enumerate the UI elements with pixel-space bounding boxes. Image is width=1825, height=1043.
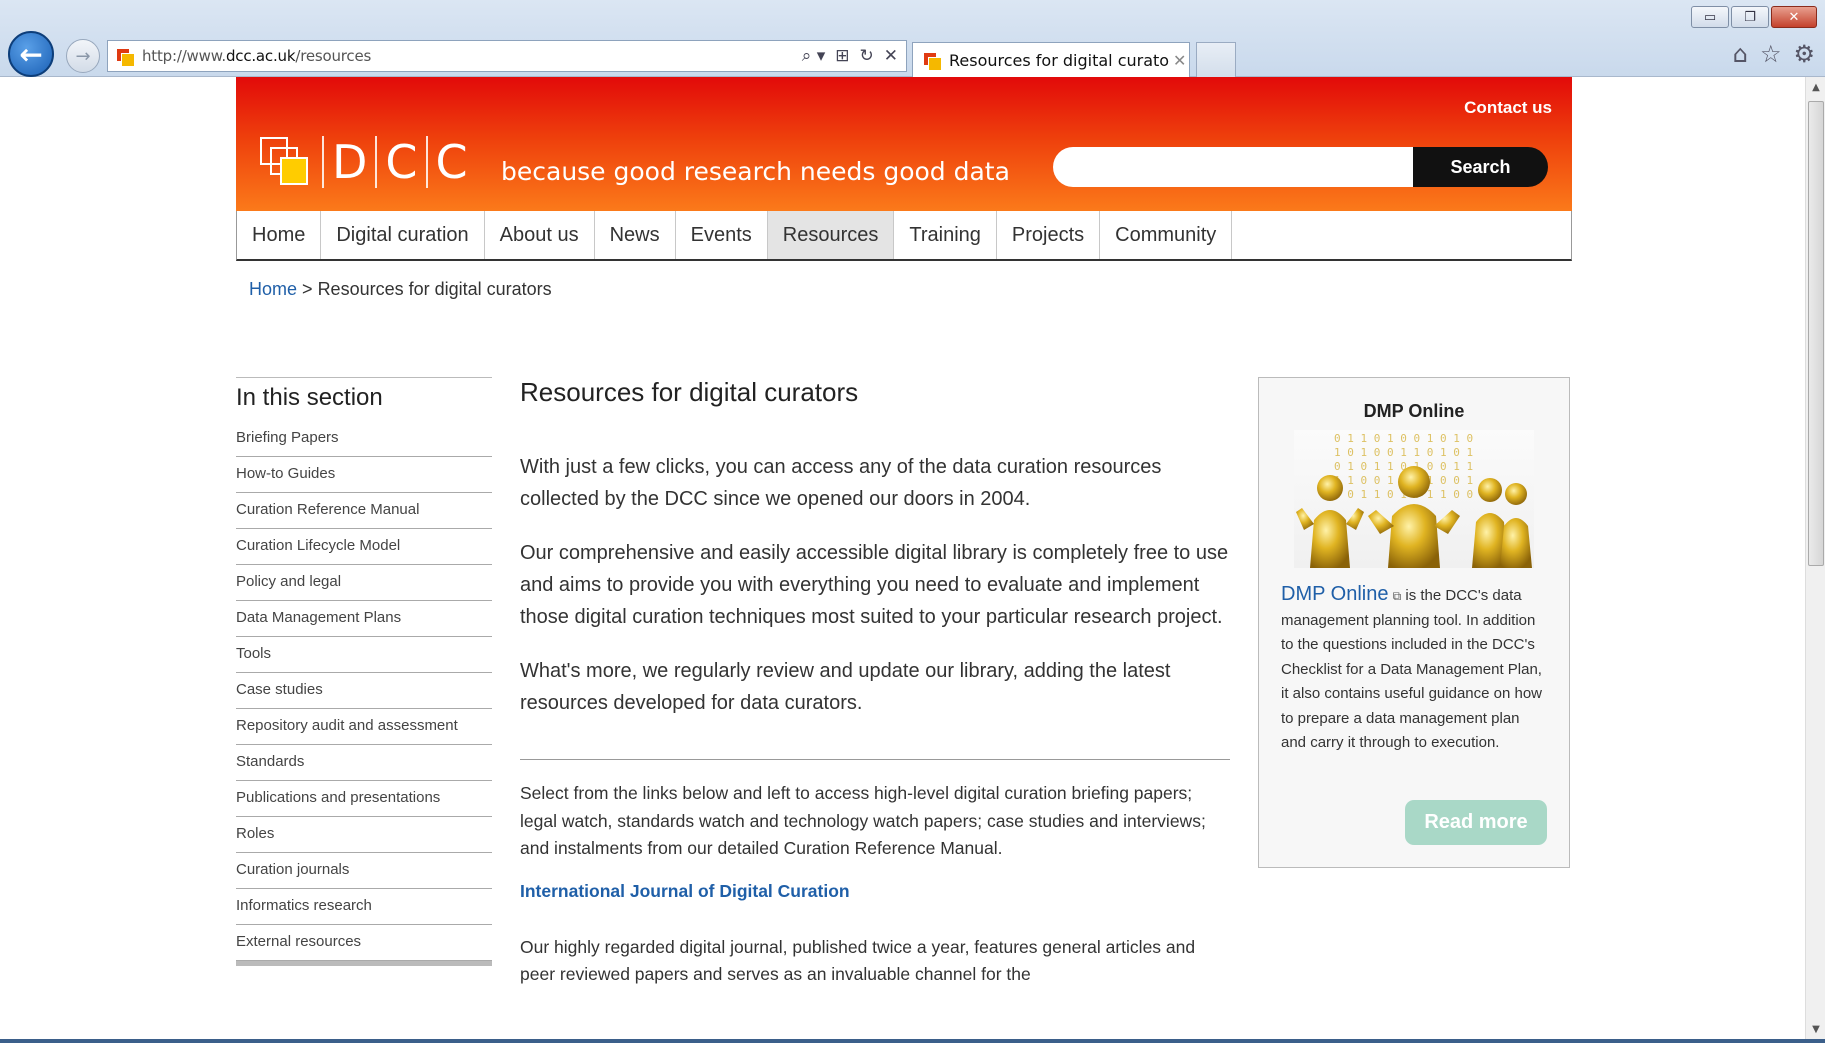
forward-arrow-icon: → [75, 45, 91, 67]
tab-title: Resources for digital curato... [949, 50, 1169, 70]
page-viewport: Contact us D C C because good research n… [0, 77, 1805, 1039]
ijdc-paragraph: Our highly regarded digital journal, pub… [520, 936, 1196, 985]
sidebar-item-case-studies[interactable]: Case studies [236, 673, 492, 709]
sidebar-item-external-resources[interactable]: External resources [236, 925, 492, 961]
nav-events[interactable]: Events [676, 211, 768, 259]
site-tagline: because good research needs good data [501, 157, 1010, 186]
nav-training[interactable]: Training [894, 211, 997, 259]
dcc-logo[interactable]: D C C [260, 136, 476, 188]
site-favicon-icon [114, 46, 135, 67]
search-input[interactable] [1053, 147, 1413, 187]
scroll-down-arrow-icon[interactable]: ▼ [1806, 1019, 1825, 1039]
breadcrumb-current: Resources for digital curators [317, 279, 552, 299]
site-container: Contact us D C C because good research n… [236, 77, 1572, 984]
site-banner: Contact us D C C because good research n… [236, 77, 1572, 211]
section-sidebar: In this section Briefing Papers How-to G… [236, 377, 492, 966]
stop-icon[interactable]: ✕ [884, 46, 898, 66]
sidebar-item-publications[interactable]: Publications and presentations [236, 781, 492, 817]
contact-us-link[interactable]: Contact us [1464, 98, 1552, 118]
url-domain: dcc.ac.uk [225, 47, 296, 65]
dmp-description-text: is the DCC's data management planning to… [1281, 587, 1543, 751]
tab-close-icon[interactable]: ✕ [1173, 51, 1186, 70]
sidebar-bottom-rule [236, 961, 492, 966]
gold-figures-binary-image: 0 1 1 0 1 0 0 1 0 1 0 1 0 1 0 0 1 1 0 1 … [1296, 432, 1532, 568]
tools-gear-icon[interactable]: ⚙ [1793, 40, 1815, 68]
sidebar-item-repository-audit[interactable]: Repository audit and assessment [236, 709, 492, 745]
address-bar[interactable]: http://www.dcc.ac.uk/resources ⌕ ▾ ⊞ ↻ ✕ [107, 40, 907, 72]
url-path: /resources [295, 47, 372, 65]
browser-tab[interactable]: Resources for digital curato... ✕ [912, 42, 1190, 77]
sidebar-item-data-management-plans[interactable]: Data Management Plans [236, 601, 492, 637]
main-navigation: Home Digital curation About us News Even… [236, 211, 1572, 261]
site-search: Search [1053, 147, 1548, 187]
url-prefix: http://www. [142, 47, 226, 65]
sidebar-item-informatics-research[interactable]: Informatics research [236, 889, 492, 925]
sidebar-item-curation-lifecycle-model[interactable]: Curation Lifecycle Model [236, 529, 492, 565]
lead-paragraph-3: What's more, we regularly review and upd… [520, 660, 1171, 714]
logo-letters: D C C [322, 136, 476, 188]
read-more-button[interactable]: Read more [1405, 800, 1547, 845]
svg-text:0 1 1 0 1 0 0 1 0 1 0: 0 1 1 0 1 0 0 1 0 1 0 [1334, 432, 1473, 445]
restore-button[interactable]: ❐ [1731, 6, 1769, 28]
close-window-button[interactable]: ✕ [1771, 6, 1817, 28]
favorites-star-icon[interactable]: ☆ [1760, 40, 1782, 68]
browser-chrome: ▭ ❐ ✕ ← → http://www.dcc.ac.uk/resources… [0, 0, 1825, 77]
search-button[interactable]: Search [1413, 147, 1548, 187]
vertical-scrollbar[interactable]: ▲ ▼ [1805, 77, 1825, 1039]
sidebar-item-policy-and-legal[interactable]: Policy and legal [236, 565, 492, 601]
toolbar-icons: ⌂ ☆ ⚙ [1733, 40, 1815, 68]
url-text[interactable]: http://www.dcc.ac.uk/resources [142, 47, 371, 65]
sidebar-item-standards[interactable]: Standards [236, 745, 492, 781]
logo-squares-icon [260, 137, 310, 187]
dmp-online-box: DMP Online 0 1 1 0 1 0 0 1 0 1 0 1 0 1 0… [1258, 377, 1570, 868]
scroll-up-arrow-icon[interactable]: ▲ [1806, 77, 1825, 97]
compatibility-view-icon[interactable]: ⊞ [835, 46, 849, 66]
intro-paragraph: Select from the links below and left to … [520, 783, 1206, 858]
page-title: Resources for digital curators [520, 377, 859, 407]
nav-community[interactable]: Community [1100, 211, 1233, 259]
dmp-description: DMP Online ⧉ is the DCC's data managemen… [1259, 568, 1569, 756]
sidebar-item-curation-journals[interactable]: Curation journals [236, 853, 492, 889]
nav-about-us[interactable]: About us [485, 211, 595, 259]
sidebar-item-tools[interactable]: Tools [236, 637, 492, 673]
content-divider [520, 759, 1230, 760]
main-content: Resources for digital curators With just… [520, 377, 1230, 1007]
back-arrow-icon: ← [19, 37, 43, 71]
breadcrumb-separator: > [302, 279, 313, 299]
refresh-icon[interactable]: ↻ [860, 46, 874, 66]
dmp-illustration-image: 0 1 1 0 1 0 0 1 0 1 0 1 0 1 0 0 1 1 0 1 … [1294, 430, 1534, 568]
forward-button[interactable]: → [66, 39, 100, 73]
nav-digital-curation[interactable]: Digital curation [321, 211, 485, 259]
svg-text:1 0 1 0 0 1 1 0 1 0 1: 1 0 1 0 0 1 1 0 1 0 1 [1334, 446, 1473, 459]
breadcrumb-home-link[interactable]: Home [249, 279, 297, 299]
sidebar-item-roles[interactable]: Roles [236, 817, 492, 853]
nav-resources[interactable]: Resources [767, 211, 895, 259]
sidebar-item-how-to-guides[interactable]: How-to Guides [236, 457, 492, 493]
scroll-thumb[interactable] [1808, 101, 1824, 566]
taskbar-edge [0, 1039, 1825, 1043]
nav-news[interactable]: News [595, 211, 676, 259]
lead-paragraph-2: Our comprehensive and easily accessible … [520, 542, 1229, 628]
nav-projects[interactable]: Projects [997, 211, 1101, 259]
search-dropdown-icon[interactable]: ⌕ ▾ [802, 46, 825, 66]
dmp-box-title: DMP Online [1363, 401, 1465, 421]
dmp-online-link[interactable]: DMP Online [1281, 583, 1388, 605]
back-button[interactable]: ← [8, 31, 54, 77]
ijdc-link[interactable]: International Journal of Digital Curatio… [520, 881, 1230, 902]
sidebar-title: In this section [236, 377, 492, 421]
sidebar-item-briefing-papers[interactable]: Briefing Papers [236, 421, 492, 457]
tab-favicon-icon [921, 50, 942, 71]
external-link-icon: ⧉ [1392, 589, 1402, 603]
lead-paragraph-1: With just a few clicks, you can access a… [520, 456, 1162, 510]
window-controls: ▭ ❐ ✕ [1691, 6, 1817, 28]
minimize-button[interactable]: ▭ [1691, 6, 1729, 28]
new-tab-button[interactable] [1196, 42, 1236, 77]
breadcrumb: Home > Resources for digital curators [236, 279, 1572, 300]
nav-home[interactable]: Home [237, 211, 322, 259]
home-icon[interactable]: ⌂ [1733, 40, 1748, 68]
sidebar-item-curation-reference-manual[interactable]: Curation Reference Manual [236, 493, 492, 529]
address-tools: ⌕ ▾ ⊞ ↻ ✕ [802, 46, 906, 66]
